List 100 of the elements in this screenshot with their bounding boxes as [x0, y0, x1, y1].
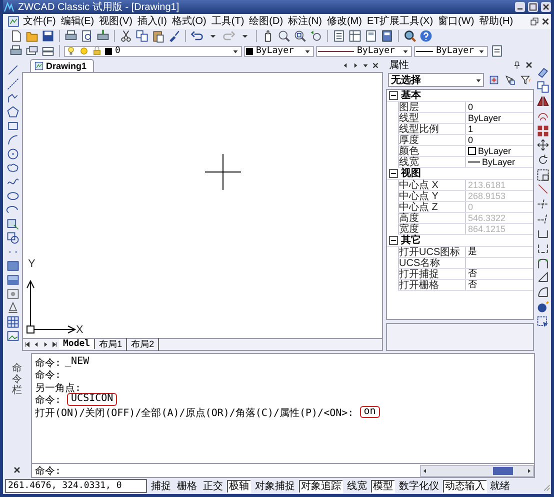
- arc-icon[interactable]: [6, 132, 20, 147]
- layout-tab[interactable]: 布局2: [127, 338, 160, 351]
- last-page-icon[interactable]: [50, 340, 59, 349]
- close-icon[interactable]: [371, 60, 380, 70]
- panel-title: 属性: [389, 58, 409, 72]
- scale-icon[interactable]: [536, 168, 550, 182]
- menu-item[interactable]: 帮助(H): [476, 14, 516, 28]
- status-toggle[interactable]: 正交: [201, 480, 225, 493]
- search-icon[interactable]: [403, 29, 417, 44]
- close-icon[interactable]: [12, 465, 22, 476]
- drawing-file-icon[interactable]: [7, 14, 20, 28]
- layout-tab[interactable]: Model: [59, 339, 96, 350]
- linetype-dropdown[interactable]: ByLayer: [316, 46, 412, 57]
- explode-icon[interactable]: [536, 300, 550, 314]
- scroll-left-icon[interactable]: [421, 466, 429, 475]
- ray-icon[interactable]: [6, 76, 20, 91]
- property-value: 0: [468, 134, 474, 145]
- menu-item[interactable]: 工具(T): [208, 14, 246, 28]
- drawing-canvas[interactable]: Y X: [22, 72, 383, 339]
- collapse-icon[interactable]: [389, 90, 398, 100]
- match-properties-icon[interactable]: [536, 314, 550, 328]
- design-center-icon[interactable]: [348, 29, 362, 44]
- first-page-icon[interactable]: [23, 340, 32, 349]
- table-icon[interactable]: [6, 314, 20, 329]
- scrollbar[interactable]: [420, 464, 534, 477]
- scissors-icon[interactable]: [119, 29, 133, 44]
- zoom-icon[interactable]: [277, 29, 291, 44]
- menu-item[interactable]: 插入(I): [134, 14, 169, 28]
- restore-icon[interactable]: [529, 16, 540, 27]
- chamfer-icon[interactable]: [536, 270, 550, 284]
- filter-icon[interactable]: [520, 74, 532, 86]
- copy-icon[interactable]: [135, 29, 149, 44]
- maximize-icon[interactable]: [528, 2, 538, 12]
- menu-item[interactable]: 视图(V): [96, 14, 134, 28]
- layer-state-icon[interactable]: [41, 44, 55, 58]
- lineweight-dropdown[interactable]: ByLayer: [414, 46, 488, 57]
- status-toggle[interactable]: 捕捉: [149, 480, 173, 493]
- menu-item[interactable]: ET扩展工具(X): [364, 14, 436, 28]
- menu-item[interactable]: 标注(N): [285, 14, 324, 28]
- trim-icon[interactable]: [536, 197, 550, 211]
- selection-dropdown[interactable]: 无选择: [388, 73, 484, 88]
- menu-item[interactable]: 文件(F): [20, 14, 58, 28]
- select-objects-icon[interactable]: [504, 74, 516, 86]
- close-icon[interactable]: [540, 16, 551, 27]
- close-icon[interactable]: [524, 60, 534, 70]
- plot-style-icon[interactable]: [490, 44, 504, 58]
- status-toggle[interactable]: 动态输入: [443, 480, 487, 493]
- properties-sheet-icon[interactable]: [332, 29, 346, 44]
- help-icon[interactable]: [419, 29, 433, 44]
- status-toggle[interactable]: 对象追踪: [299, 480, 343, 493]
- collapse-icon[interactable]: [389, 236, 398, 245]
- brush-icon[interactable]: [167, 29, 181, 44]
- image-icon[interactable]: [6, 328, 20, 343]
- property-value: 否: [468, 278, 477, 292]
- light-bulb-icon: [66, 46, 76, 56]
- copy-icon[interactable]: [536, 80, 550, 94]
- zoom-window-icon[interactable]: [293, 29, 307, 44]
- move-icon[interactable]: [536, 138, 550, 152]
- polygon-icon[interactable]: [6, 104, 20, 119]
- color-dropdown[interactable]: ByLayer: [244, 46, 314, 57]
- status-toggle[interactable]: 栅格: [175, 480, 199, 493]
- line-icon[interactable]: [6, 62, 20, 77]
- menu-item[interactable]: 格式(O): [168, 14, 208, 28]
- menu-item[interactable]: 绘图(D): [246, 14, 286, 28]
- status-toggle[interactable]: 数字化仪: [397, 480, 441, 493]
- fillet-icon[interactable]: [536, 285, 550, 300]
- gradient-icon[interactable]: [6, 272, 20, 287]
- layer-dropdown[interactable]: 0: [64, 46, 242, 57]
- scroll-right-icon[interactable]: [525, 466, 533, 475]
- command-prompt: 命令:: [35, 356, 62, 368]
- quick-select-icon[interactable]: [488, 74, 500, 86]
- status-toggle[interactable]: 模型: [371, 480, 395, 493]
- status-toggle[interactable]: 线宽: [345, 480, 369, 493]
- extend-icon[interactable]: [536, 212, 550, 226]
- tool-palette-icon[interactable]: [364, 29, 378, 44]
- status-toggle[interactable]: 对象捕捉: [253, 480, 297, 493]
- open-folder-icon[interactable]: [25, 29, 39, 44]
- document-tab[interactable]: Drawing1: [30, 58, 94, 72]
- block-insert-icon[interactable]: [6, 216, 20, 231]
- command-prompt: 命令:: [35, 394, 62, 406]
- new-file-icon[interactable]: [9, 29, 23, 44]
- array-icon[interactable]: [536, 124, 550, 138]
- menu-item[interactable]: 修改(M): [324, 14, 364, 28]
- save-icon[interactable]: [41, 29, 55, 44]
- circle-icon[interactable]: [6, 146, 20, 161]
- block-icon[interactable]: [6, 230, 20, 245]
- hatch-icon[interactable]: [6, 258, 20, 273]
- pin-icon[interactable]: [512, 60, 522, 70]
- command-prompt: 另一角点:: [35, 382, 82, 394]
- print-preview-icon[interactable]: [80, 29, 94, 44]
- status-text: 就绪: [490, 480, 510, 494]
- close-icon[interactable]: [541, 2, 551, 12]
- paste-icon[interactable]: [151, 29, 165, 44]
- group-header: 其它: [401, 234, 422, 246]
- menu-item[interactable]: 窗口(W): [435, 14, 476, 28]
- status-toggle[interactable]: 极轴: [227, 480, 251, 493]
- calculator-icon[interactable]: [380, 29, 394, 44]
- collapse-icon[interactable]: [389, 168, 398, 178]
- menu-item[interactable]: 编辑(E): [58, 14, 96, 28]
- layout-tab[interactable]: 布局1: [95, 338, 128, 351]
